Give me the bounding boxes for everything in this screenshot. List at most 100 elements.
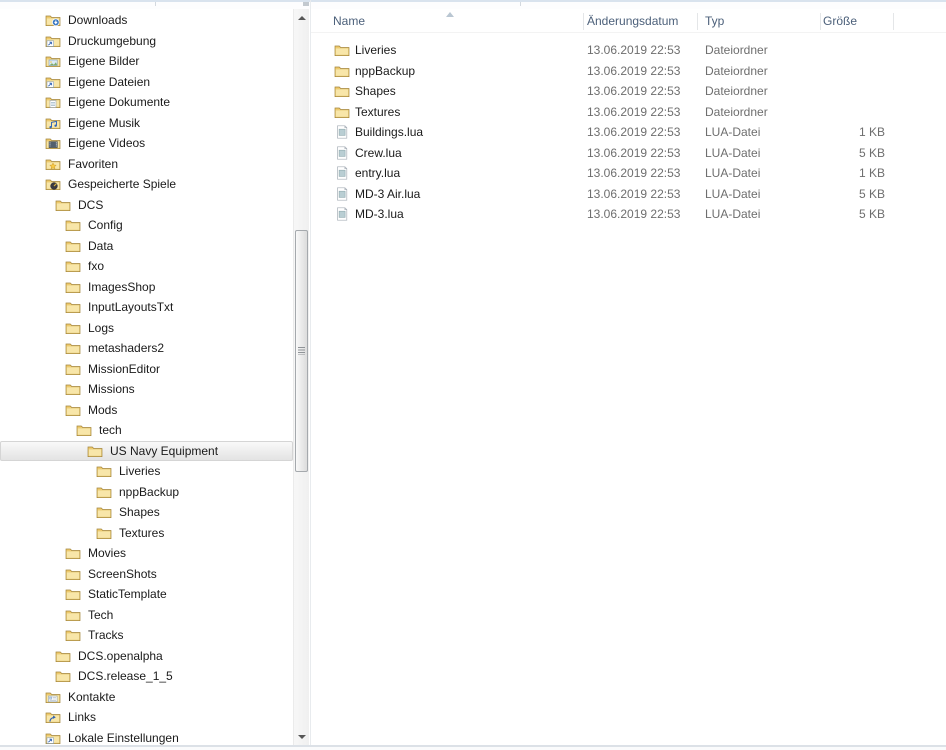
tree-item-label: metashaders2 [88,341,165,356]
folder-shortcut-icon [45,731,61,745]
scrollbar-up-button[interactable] [294,9,310,26]
file-name: nppBackup [355,63,416,78]
tree-item-label: Eigene Bilder [68,54,140,69]
folder-tree: Downloads Druckumgebung Eigene Bilder Ei… [0,9,293,745]
column-header-name[interactable]: Name [333,9,365,33]
folder-icon [96,464,112,478]
tree-item-label: Movies [88,546,127,561]
tree-scrollbar[interactable] [293,9,309,745]
folder-icon [87,444,103,458]
file-rows: Liveries 13.06.2019 22:53 Dateiordner np… [311,40,946,225]
folder-favorites-icon [45,157,61,171]
tree-item-textures[interactable]: Textures [0,523,293,544]
tree-item-missions[interactable]: Missions [0,379,293,400]
scrollbar-grip-icon [298,347,305,355]
scrollbar-down-button[interactable] [294,728,310,745]
tree-item-gespeicherte-spiele[interactable]: Gespeicherte Spiele [0,174,293,195]
lua-file-icon [334,186,350,201]
tree-item-imagesshop[interactable]: ImagesShop [0,277,293,298]
folder-icon [65,321,81,335]
folder-icon [55,198,71,212]
tree-item-screenshots[interactable]: ScreenShots [0,564,293,585]
tree-item-eigene-dateien[interactable]: Eigene Dateien [0,72,293,93]
column-header-type[interactable]: Typ [705,9,724,33]
column-header-size[interactable]: Größe [823,9,857,33]
tree-item-missioneditor[interactable]: MissionEditor [0,359,293,380]
folder-icon [65,608,81,622]
tree-item-inputlayoutstxt[interactable]: InputLayoutsTxt [0,297,293,318]
lua-file-icon [334,125,350,139]
folder-icon [96,505,112,519]
column-headers: Name Änderungsdatum Typ Größe [311,9,946,33]
file-row-shapes[interactable]: Shapes 13.06.2019 22:53 Dateiordner [311,81,946,102]
tree-item-dcs-release-1-5[interactable]: DCS.release_1_5 [0,666,293,687]
file-row-md-3-air-lua[interactable]: MD-3 Air.lua 13.06.2019 22:53 LUA-Datei … [311,184,946,205]
tree-item-kontakte[interactable]: Kontakte [0,687,293,708]
folder-icon [65,403,81,417]
tree-item-tech[interactable]: Tech [0,605,293,626]
folder-icon [55,669,71,683]
tree-item-links[interactable]: Links [0,707,293,728]
file-row-md-3-lua[interactable]: MD-3.lua 13.06.2019 22:53 LUA-Datei 5 KB [311,204,946,225]
tree-item-eigene-videos[interactable]: Eigene Videos [0,133,293,154]
file-modified-date: 13.06.2019 22:53 [587,125,681,139]
tree-item-fxo[interactable]: fxo [0,256,293,277]
tree-item-eigene-musik[interactable]: Eigene Musik [0,113,293,134]
tree-item-data[interactable]: Data [0,236,293,257]
folder-icon [334,43,350,57]
tree-item-us-navy-equipment[interactable]: US Navy Equipment [0,440,293,461]
file-modified-date: 13.06.2019 22:53 [587,84,681,98]
tree-item-dcs-openalpha[interactable]: DCS.openalpha [0,646,293,667]
tree-item-label: Downloads [68,13,128,28]
tree-item-downloads[interactable]: Downloads [0,10,293,31]
file-type: LUA-Datei [705,125,761,139]
file-row-nppbackup[interactable]: nppBackup 13.06.2019 22:53 Dateiordner [311,61,946,82]
tree-item-mods[interactable]: Mods [0,400,293,421]
folder-videos-icon [45,136,61,150]
tree-item-lokale-einstellungen[interactable]: Lokale Einstellungen [0,728,293,746]
folder-icon [55,649,71,663]
tree-item-label: Liveries [119,464,161,479]
folder-icon [65,280,81,294]
lua-file-icon [334,166,350,180]
tree-item-liveries[interactable]: Liveries [0,461,293,482]
tree-item-label: Eigene Musik [68,115,141,130]
tree-item-label: DCS.openalpha [78,648,163,663]
column-separator [820,13,821,30]
folder-icon [65,300,81,314]
tree-item-tracks[interactable]: Tracks [0,625,293,646]
scrollbar-thumb[interactable] [295,230,308,472]
tree-item-tech[interactable]: tech [0,420,293,441]
tree-item-shapes[interactable]: Shapes [0,502,293,523]
tree-item-eigene-bilder[interactable]: Eigene Bilder [0,51,293,72]
file-row-entry-lua[interactable]: entry.lua 13.06.2019 22:53 LUA-Datei 1 K… [311,163,946,184]
file-modified-date: 13.06.2019 22:53 [587,145,681,160]
folder-download-icon [45,13,61,27]
file-modified-date: 13.06.2019 22:53 [587,166,681,180]
tree-item-favoriten[interactable]: Favoriten [0,154,293,175]
tree-item-logs[interactable]: Logs [0,318,293,339]
file-row-crew-lua[interactable]: Crew.lua 13.06.2019 22:53 LUA-Datei 5 KB [311,143,946,164]
folder-icon [334,84,350,98]
tree-item-eigene-dokumente[interactable]: Eigene Dokumente [0,92,293,113]
folder-links-icon [45,710,61,724]
tree-item-druckumgebung[interactable]: Druckumgebung [0,31,293,52]
folder-icon [76,423,92,437]
tree-item-dcs[interactable]: DCS [0,195,293,216]
tree-item-label: StaticTemplate [88,587,167,602]
folder-icon [65,546,81,560]
tree-item-metashaders2[interactable]: metashaders2 [0,338,293,359]
tree-item-config[interactable]: Config [0,215,293,236]
column-header-date[interactable]: Änderungsdatum [587,9,678,33]
file-row-liveries[interactable]: Liveries 13.06.2019 22:53 Dateiordner [311,40,946,61]
folder-documents-icon [45,95,61,109]
file-row-textures[interactable]: Textures 13.06.2019 22:53 Dateiordner [311,102,946,123]
tree-item-nppbackup[interactable]: nppBackup [0,482,293,503]
tree-item-statictemplate[interactable]: StaticTemplate [0,584,293,605]
tree-item-movies[interactable]: Movies [0,543,293,564]
file-row-buildings-lua[interactable]: Buildings.lua 13.06.2019 22:53 LUA-Datei… [311,122,946,143]
tree-item-label: Data [88,238,114,253]
tree-item-label: Eigene Videos [68,136,146,151]
tree-item-label: fxo [88,259,105,274]
tree-item-label: Druckumgebung [68,33,157,48]
